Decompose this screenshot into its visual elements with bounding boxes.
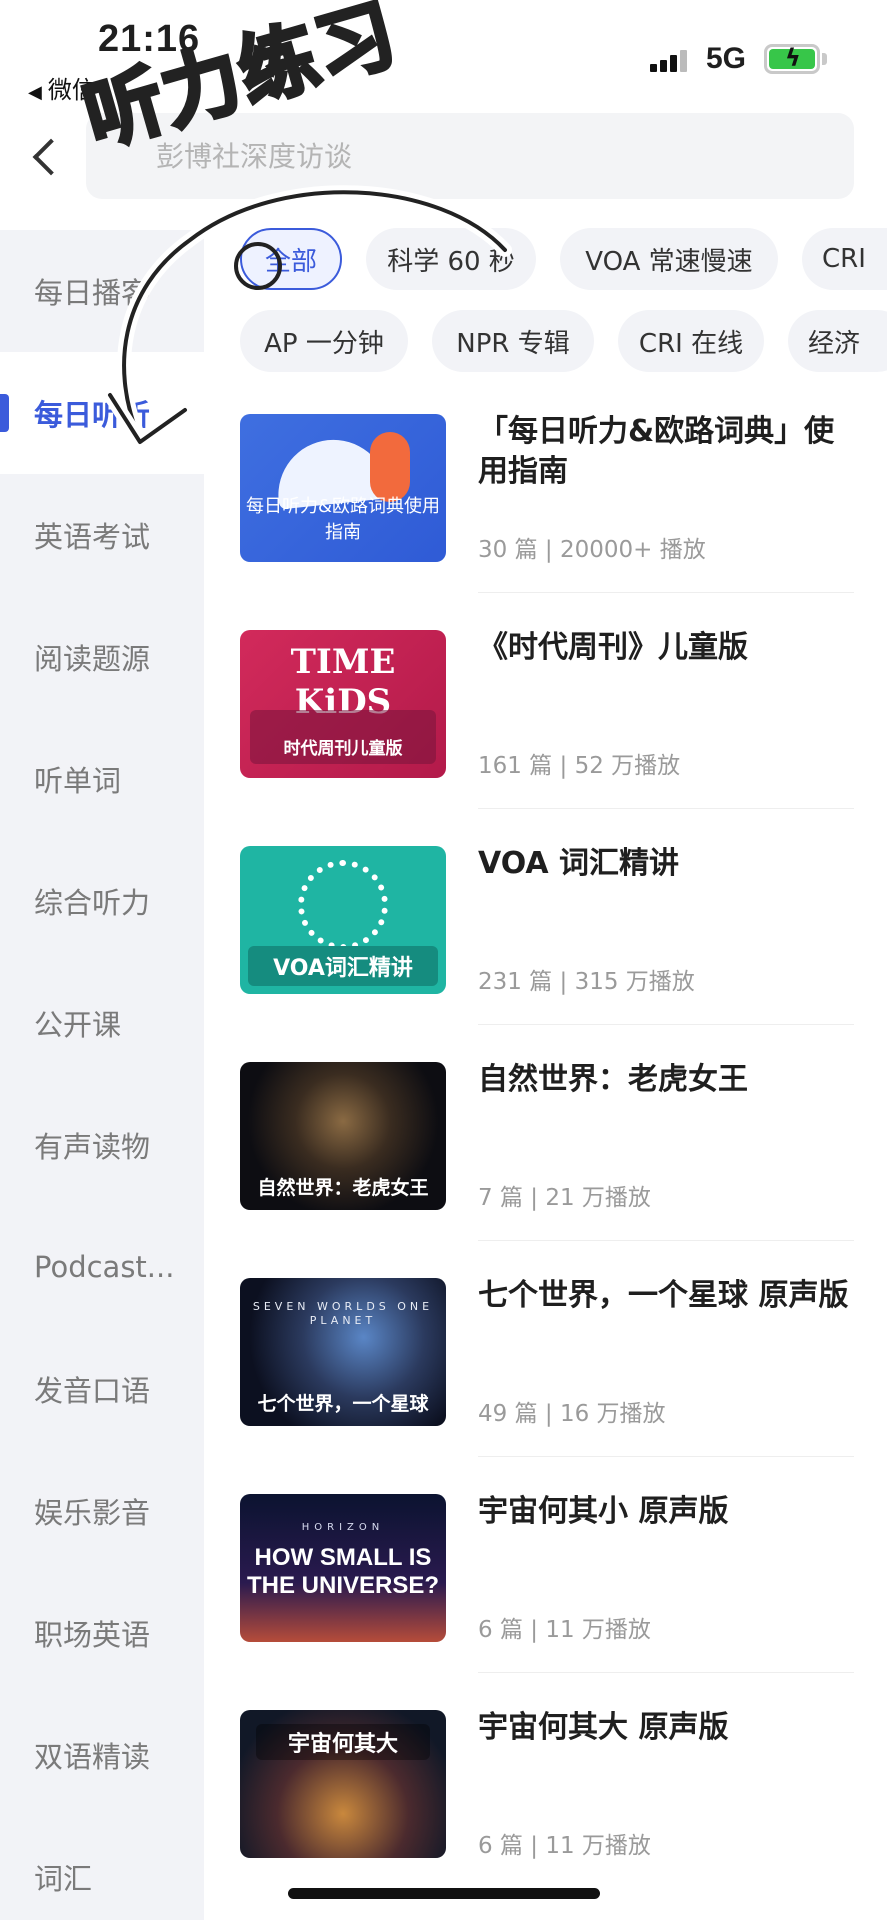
signal-icon <box>650 46 694 72</box>
album-title: 《时代周刊》儿童版 <box>478 630 748 665</box>
album-title: 七个世界，一个星球 原声版 <box>478 1278 849 1313</box>
sidebar-item-entertainment[interactable]: 娱乐影音 <box>0 1450 204 1572</box>
album-cover-image: 宇宙何其大 <box>240 1710 446 1858</box>
chip-economy[interactable]: 经济 <box>788 310 887 372</box>
sidebar-item-general-listening[interactable]: 综合听力 <box>0 840 204 962</box>
list-item[interactable]: 自然世界：老虎女王 自然世界：老虎女王 7 篇 | 21 万播放 <box>240 1060 854 1276</box>
sidebar-item-reading-source[interactable]: 阅读题源 <box>0 596 204 718</box>
sidebar-item-open-course[interactable]: 公开课 <box>0 962 204 1084</box>
album-cover-image: HORIZON HOW SMALL IS THE UNIVERSE? <box>240 1494 446 1642</box>
network-type: 5G <box>706 42 747 75</box>
sidebar-item-bilingual-reading[interactable]: 双语精读 <box>0 1694 204 1816</box>
battery-icon: ϟ <box>764 44 820 74</box>
sidebar-item-audiobooks[interactable]: 有声读物 <box>0 1084 204 1206</box>
chip-cri-online[interactable]: CRI 在线 <box>618 310 764 372</box>
home-indicator[interactable] <box>288 1888 600 1899</box>
album-title: 宇宙何其大 原声版 <box>478 1710 729 1745</box>
sidebar-item-pronunciation[interactable]: 发音口语 <box>0 1328 204 1450</box>
back-triangle-icon: ◀ <box>28 82 42 103</box>
album-title: VOA 词汇精讲 <box>478 846 680 881</box>
album-meta: 49 篇 | 16 万播放 <box>478 1401 666 1427</box>
curved-arrow-icon <box>103 185 512 449</box>
chip-cri[interactable]: CRI <box>802 228 887 290</box>
list-item[interactable]: TIME KiDS 时代周刊儿童版 《时代周刊》儿童版 161 篇 | 52 万… <box>240 628 854 844</box>
sidebar-item-listen-words[interactable]: 听单词 <box>0 718 204 840</box>
category-sidebar: 每日播客 每日听听 英语考试 阅读题源 听单词 综合听力 公开课 有声读物 Po… <box>0 230 204 1920</box>
sidebar-item-podcast[interactable]: Podcast... <box>0 1206 204 1328</box>
list-item[interactable]: SEVEN WORLDS ONE PLANET 七个世界，一个星球 七个世界，一… <box>240 1276 854 1492</box>
album-cover-image: VOA词汇精讲 <box>240 846 446 994</box>
list-item[interactable]: VOA词汇精讲 VOA 词汇精讲 231 篇 | 315 万播放 <box>240 844 854 1060</box>
album-title: 宇宙何其小 原声版 <box>478 1494 729 1529</box>
album-meta: 6 篇 | 11 万播放 <box>478 1617 651 1643</box>
album-title: 自然世界：老虎女王 <box>478 1062 748 1097</box>
album-title: 「每日听力&欧路词典」使用指南 <box>478 414 835 489</box>
back-arrow-icon[interactable] <box>28 132 68 182</box>
album-cover-image: TIME KiDS 时代周刊儿童版 <box>240 630 446 778</box>
album-meta: 6 篇 | 11 万播放 <box>478 1833 651 1859</box>
sidebar-item-english-exam[interactable]: 英语考试 <box>0 474 204 596</box>
list-item[interactable]: HORIZON HOW SMALL IS THE UNIVERSE? 宇宙何其小… <box>240 1492 854 1708</box>
sidebar-item-vocabulary[interactable]: 词汇 <box>0 1816 204 1920</box>
album-meta: 7 篇 | 21 万播放 <box>478 1185 651 1211</box>
album-cover-image: 自然世界：老虎女王 <box>240 1062 446 1210</box>
album-meta: 161 篇 | 52 万播放 <box>478 753 681 779</box>
album-cover-image: SEVEN WORLDS ONE PLANET 七个世界，一个星球 <box>240 1278 446 1426</box>
album-meta: 231 篇 | 315 万播放 <box>478 969 695 995</box>
sidebar-item-business-english[interactable]: 职场英语 <box>0 1572 204 1694</box>
album-meta: 30 篇 | 20000+ 播放 <box>478 537 706 563</box>
chip-voa-speed[interactable]: VOA 常速慢速 <box>560 228 778 290</box>
